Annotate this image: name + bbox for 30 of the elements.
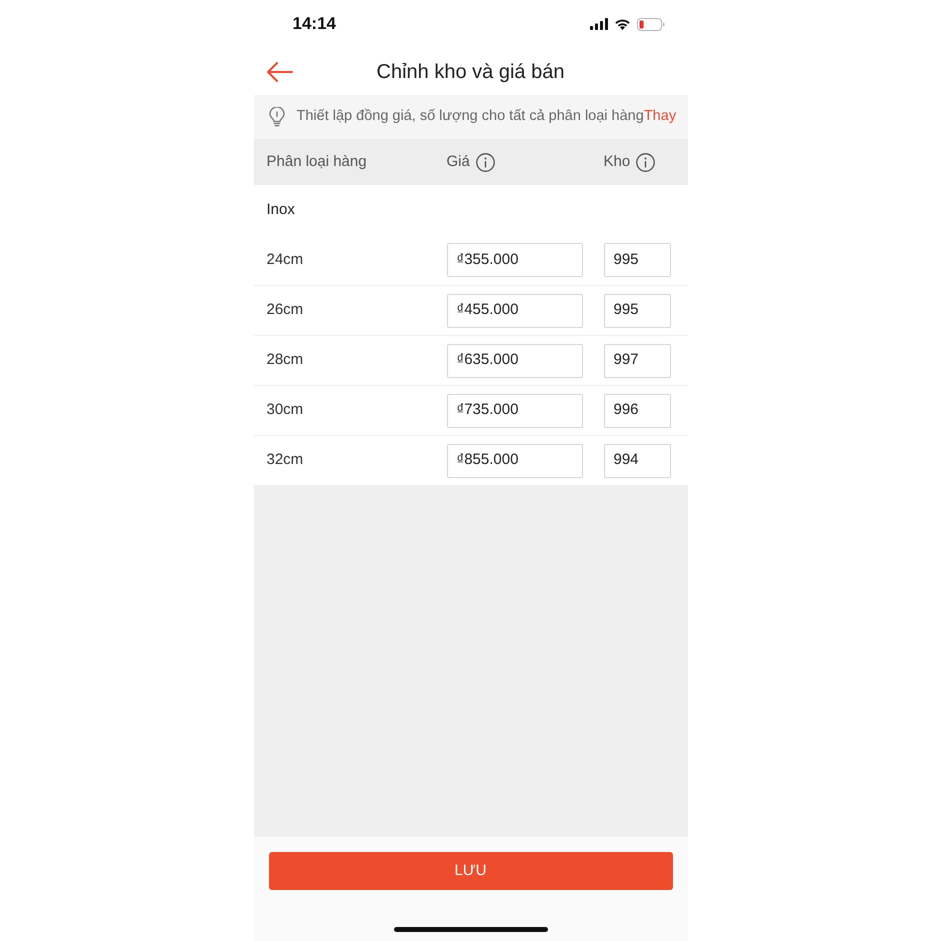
info-icon[interactable] [636,152,656,172]
stock-input[interactable]: 996 [604,394,670,428]
stock-input[interactable]: 995 [604,243,670,277]
variant-label: 28cm [266,350,304,370]
price-input[interactable]: ₫635.000 [446,344,582,378]
price-input[interactable]: ₫855.000 [446,444,582,478]
stock-input[interactable]: 997 [604,344,670,378]
variant-label: 32cm [266,450,304,470]
price-input[interactable]: ₫455.000 [446,294,582,328]
price-input[interactable]: ₫355.000 [446,243,582,277]
save-button[interactable]: LƯU [268,852,672,890]
wifi-icon [614,18,630,30]
page-title: Chỉnh kho và giá bán [376,60,566,84]
column-header: Giá [446,152,470,172]
status-time: 14:14 [292,13,336,36]
variant-label: 24cm [266,250,304,270]
stock-input[interactable]: 994 [604,444,670,478]
signal-icon [590,18,608,30]
variant-label: 30cm [266,400,304,420]
variant-label: 26cm [266,300,304,320]
stock-input[interactable]: 995 [604,294,670,328]
price-input[interactable]: ₫735.000 [446,394,582,428]
battery-icon [636,18,664,30]
lightbulb-icon [268,107,286,127]
banner-text: Thiết lập đồng giá, số lượng cho tất cả phân loại hàng [296,107,644,126]
column-header: Kho [604,152,630,172]
column-header: Phân loại hàng [266,152,367,172]
info-icon[interactable] [476,152,495,172]
back-arrow-icon [266,62,293,82]
group-name: Inox [266,200,295,220]
